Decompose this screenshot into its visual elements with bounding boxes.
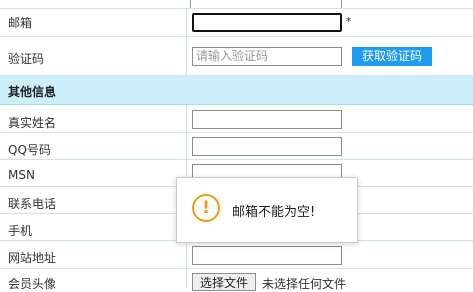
website-label: 网站地址 — [8, 251, 57, 265]
previous-row-input[interactable] — [190, 0, 342, 8]
required-mark: * — [346, 15, 352, 28]
realname-row: 真实姓名 — [0, 105, 473, 133]
section-header-other-info: 其他信息 — [0, 76, 473, 105]
website-row: 网站地址 — [0, 241, 473, 269]
website-input[interactable] — [192, 246, 342, 265]
captcha-input[interactable]: 请输入验证码 — [192, 47, 342, 66]
choose-file-button[interactable]: 选择文件 — [192, 273, 256, 291]
realname-input[interactable] — [192, 110, 342, 129]
qq-input[interactable] — [192, 137, 342, 156]
email-row: 邮箱 * — [0, 9, 473, 37]
qq-label: QQ号码 — [8, 143, 51, 157]
warning-icon: ! — [192, 194, 220, 222]
get-captcha-button[interactable]: 获取验证码 — [352, 47, 432, 66]
email-label: 邮箱 — [8, 16, 33, 30]
alert-message: 邮箱不能为空! — [232, 205, 316, 220]
file-status-text: 未选择任何文件 — [262, 277, 347, 291]
captcha-label: 验证码 — [8, 52, 45, 66]
phone-label: 联系电话 — [8, 197, 57, 211]
realname-label: 真实姓名 — [8, 116, 57, 130]
msn-label: MSN — [8, 168, 35, 182]
email-field[interactable] — [192, 13, 342, 32]
section-title: 其他信息 — [8, 85, 57, 99]
captcha-row: 验证码 请输入验证码 获取验证码 — [0, 37, 473, 76]
mobile-label: 手机 — [8, 224, 33, 238]
qq-row: QQ号码 — [0, 133, 473, 160]
previous-row-partial — [0, 0, 473, 9]
avatar-label: 会员头像 — [8, 277, 57, 291]
alert-dialog: ! 邮箱不能为空! — [176, 177, 358, 243]
